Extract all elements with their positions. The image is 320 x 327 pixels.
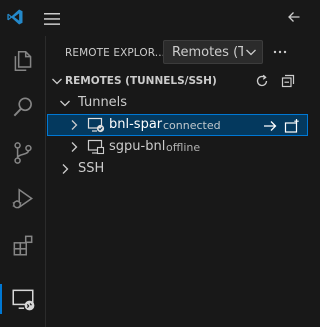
- collapse-all-icon: [281, 74, 295, 88]
- tree-item-ssh[interactable]: SSH: [47, 158, 308, 180]
- menu-icon[interactable]: [43, 11, 61, 25]
- arrow-left-icon[interactable]: [286, 9, 302, 25]
- connect-in-new-window-button[interactable]: [283, 117, 301, 135]
- tree-item-tunnels[interactable]: Tunnels: [47, 92, 308, 114]
- activity-run-debug[interactable]: [0, 176, 46, 222]
- remote-type-select[interactable]: Remotes (T: [163, 40, 263, 64]
- activity-extensions[interactable]: [0, 222, 46, 268]
- chevron-right-icon: [62, 164, 69, 174]
- new-window-icon: [284, 119, 299, 133]
- section-title: REMOTES (TUNNELS/SSH): [65, 75, 217, 87]
- collapse-all-button[interactable]: [278, 72, 298, 90]
- view-title-bar: REMOTE EXPLOR... Remotes (T: [47, 36, 308, 68]
- monitor-connected-icon: [87, 117, 105, 133]
- refresh-button[interactable]: [252, 72, 272, 90]
- tree-item-label: SSH: [78, 161, 105, 176]
- search-icon: [13, 97, 32, 117]
- source-control-icon: [14, 142, 32, 164]
- tunnel-status: connected: [163, 119, 221, 132]
- tree-item-label: Tunnels: [78, 95, 128, 110]
- more-actions-button[interactable]: [269, 42, 291, 62]
- remote-explorer-sidebar: REMOTE EXPLOR... Remotes (T REMOTES (TUN…: [47, 36, 308, 327]
- activity-source-control[interactable]: [0, 130, 46, 176]
- view-title: REMOTE EXPLOR...: [65, 47, 166, 59]
- chevron-down-icon: [52, 78, 62, 85]
- tunnel-status: offline: [166, 141, 201, 154]
- activity-explorer[interactable]: [0, 38, 46, 84]
- monitor-offline-icon: [87, 139, 105, 155]
- chevron-down-icon: [60, 100, 70, 107]
- connect-in-current-window-button[interactable]: [261, 117, 279, 135]
- tunnel-item-bnl-spar[interactable]: bnl-spar connected: [47, 114, 308, 136]
- arrow-right-icon: [264, 121, 277, 131]
- remote-explorer-icon: [12, 289, 35, 311]
- files-icon: [14, 51, 32, 71]
- activity-remote-explorer[interactable]: [0, 276, 46, 322]
- chevron-right-icon: [71, 142, 78, 152]
- refresh-icon: [256, 74, 268, 87]
- run-debug-icon: [12, 188, 33, 209]
- remote-type-select-value: Remotes (T: [172, 44, 243, 60]
- remotes-section-header[interactable]: REMOTES (TUNNELS/SSH): [47, 70, 308, 92]
- activity-search[interactable]: [0, 84, 46, 130]
- tunnel-name: bnl-spar: [109, 117, 163, 132]
- title-bar: [0, 0, 308, 36]
- tunnel-item-sgpu-bnl[interactable]: sgpu-bnl offline: [47, 136, 308, 158]
- extensions-icon: [13, 235, 33, 256]
- ellipsis-icon: [273, 50, 287, 54]
- chevron-down-icon: [246, 49, 256, 56]
- tunnel-name: sgpu-bnl: [109, 139, 166, 154]
- vscode-logo-icon: [6, 8, 24, 26]
- activity-bar: [0, 36, 46, 327]
- chevron-right-icon: [71, 120, 78, 130]
